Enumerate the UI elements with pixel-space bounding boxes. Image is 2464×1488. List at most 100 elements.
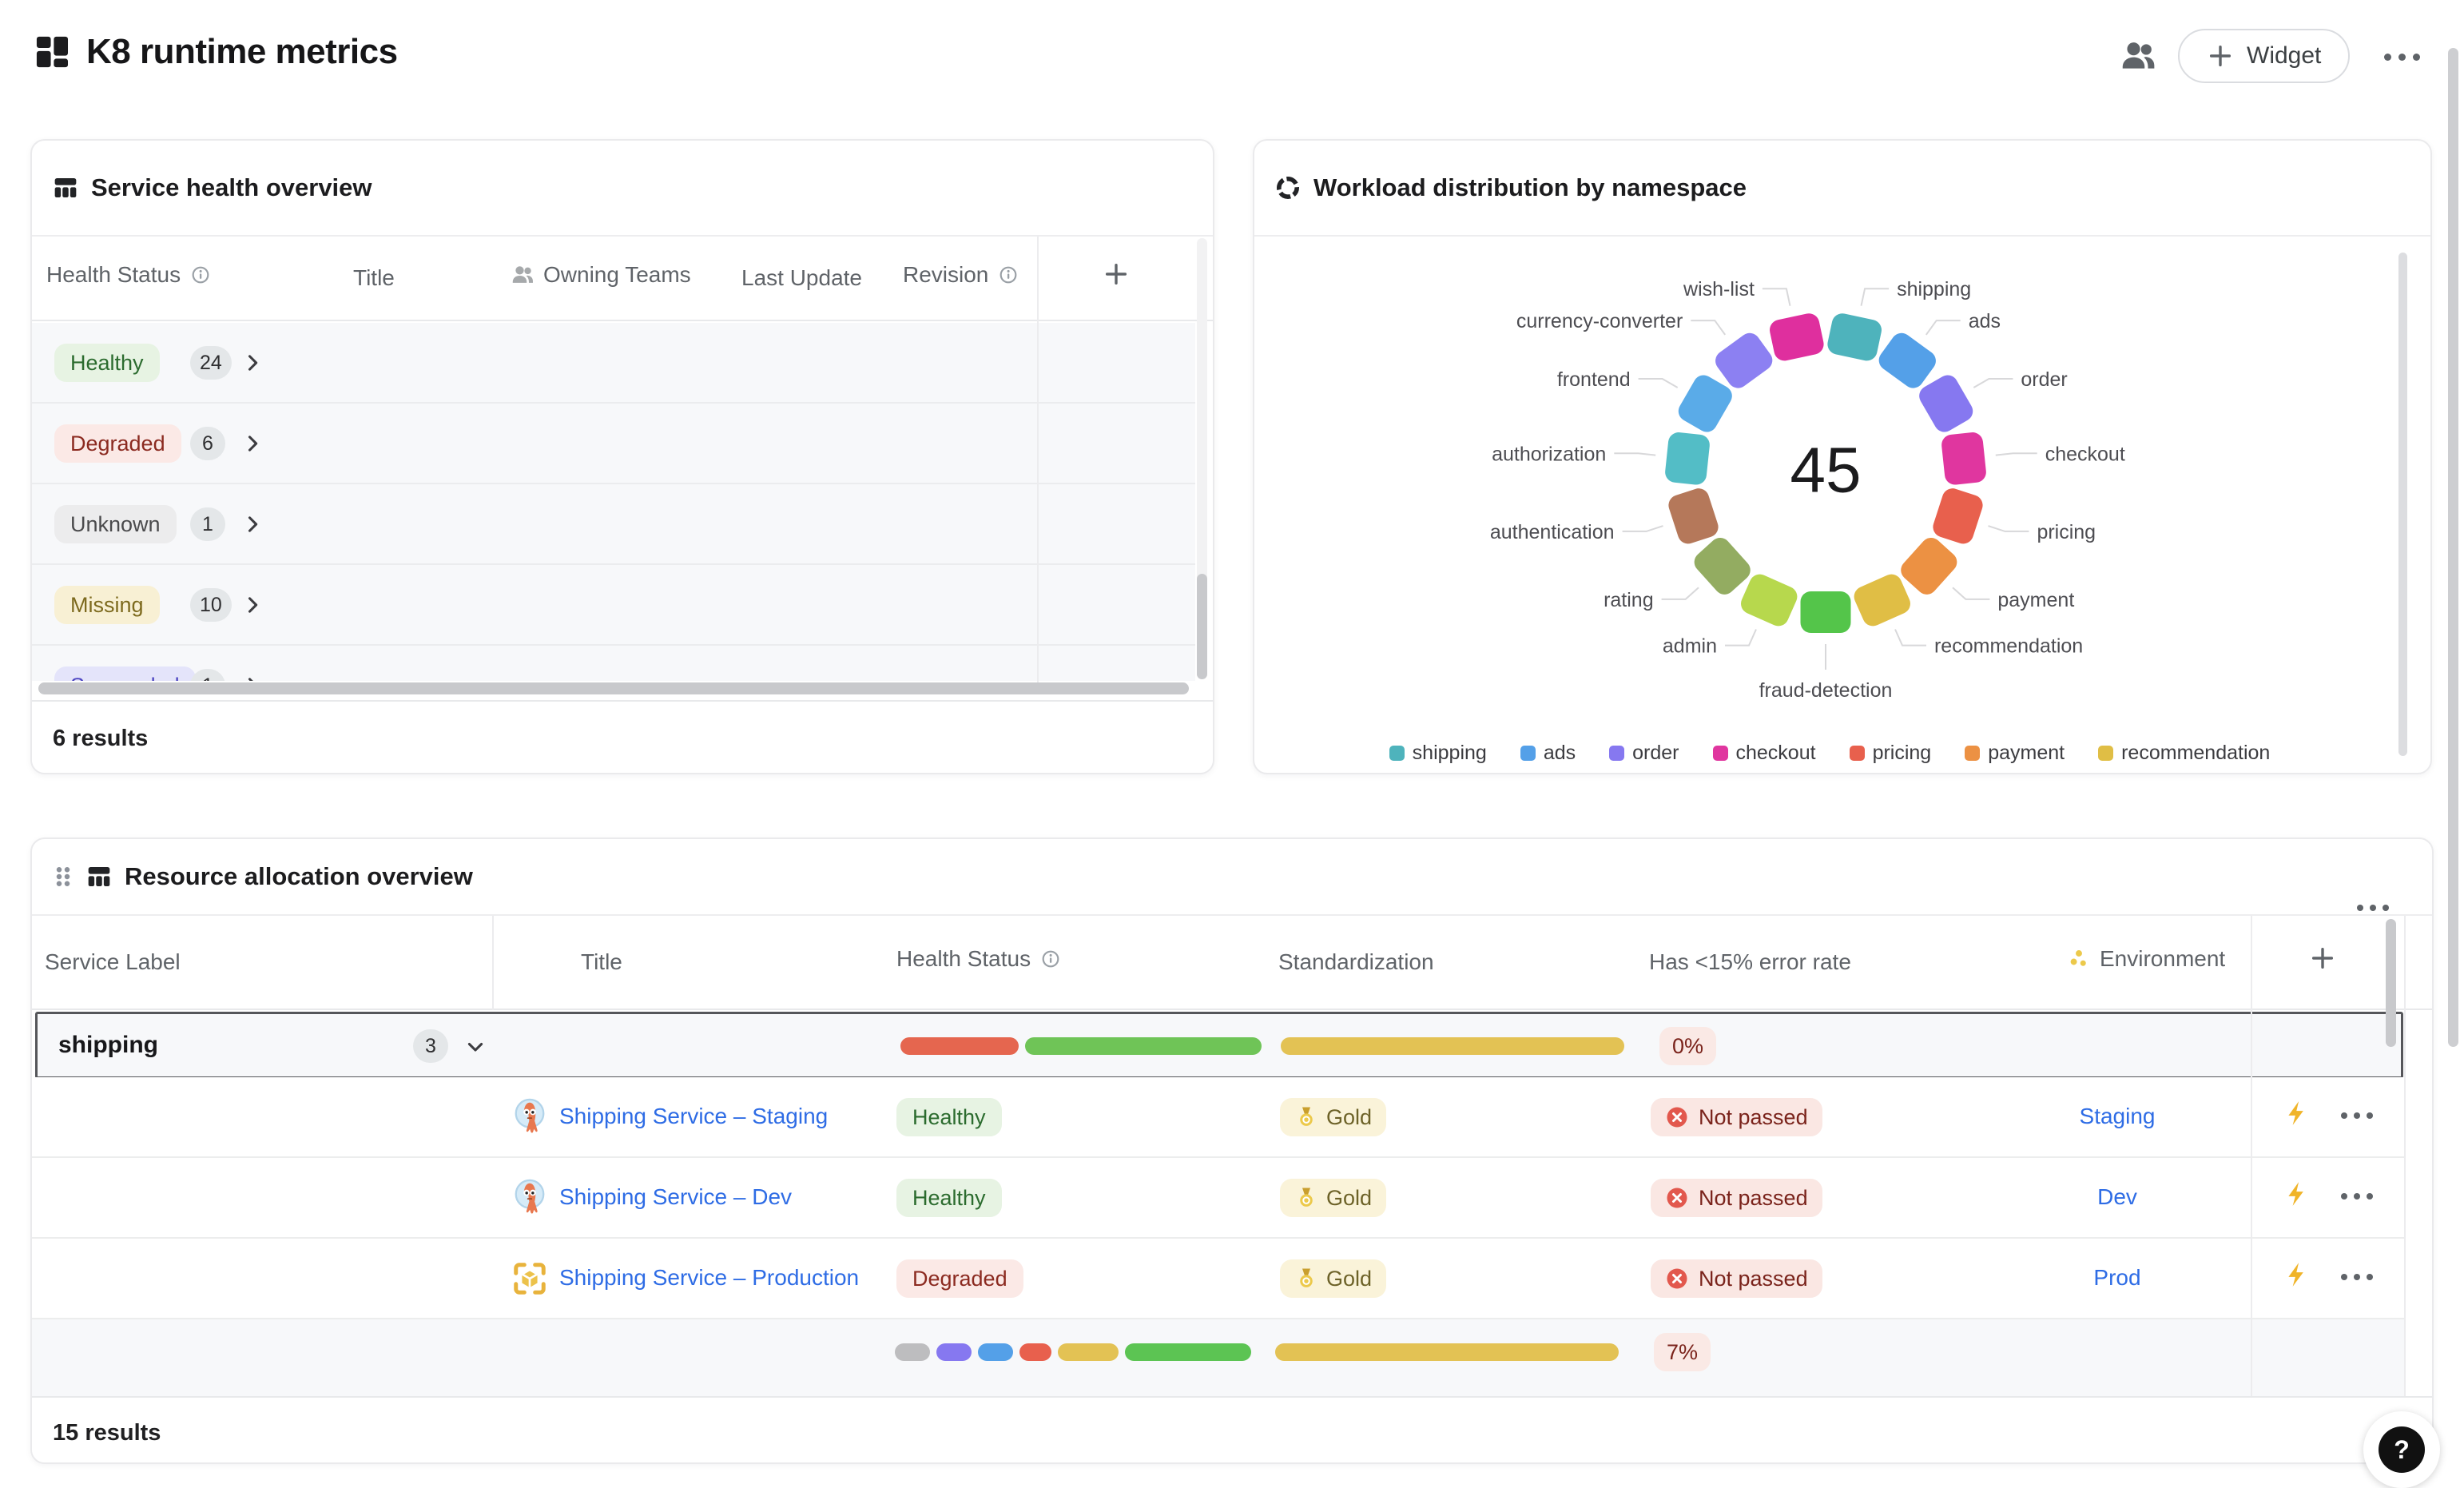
donut-segment-currency-converter[interactable] xyxy=(1711,329,1777,392)
add-widget-button[interactable]: Widget xyxy=(2178,29,2350,83)
legend-item-order[interactable]: order xyxy=(1609,742,1679,765)
health-status-row[interactable]: Suspended1 xyxy=(32,646,1195,681)
service-title-link[interactable]: Shipping Service – Staging xyxy=(559,1104,828,1129)
donut-segment-rating[interactable] xyxy=(1690,534,1755,599)
col-health-status[interactable]: Health Status xyxy=(46,262,211,288)
info-icon[interactable] xyxy=(998,265,1019,285)
donut-segment-checkout[interactable] xyxy=(1941,432,1987,486)
chevron-right-icon[interactable] xyxy=(241,594,264,616)
card-scroll-thumb[interactable] xyxy=(2398,253,2407,756)
chevron-right-icon[interactable] xyxy=(241,674,264,681)
col-environment[interactable]: Environment xyxy=(2068,946,2225,972)
col-error-rate[interactable]: Has <15% error rate xyxy=(1649,949,1851,975)
row-menu-button[interactable] xyxy=(2336,1112,2378,1119)
label-connector xyxy=(1953,587,1989,599)
donut-segment-wish-list[interactable] xyxy=(1768,312,1826,363)
donut-segment-frontend[interactable] xyxy=(1675,372,1736,436)
help-button[interactable]: ? xyxy=(2363,1411,2440,1488)
standardization-bar xyxy=(1281,1037,1624,1055)
service-row-dev[interactable]: Shipping Service – DevHealthyGoldNot pas… xyxy=(32,1158,2404,1239)
info-icon[interactable] xyxy=(190,265,211,285)
group-row-partial[interactable]: 7% xyxy=(32,1319,2404,1396)
medal-icon xyxy=(1294,1105,1318,1129)
chevron-down-icon[interactable] xyxy=(464,1036,487,1058)
donut-segment-ads[interactable] xyxy=(1875,329,1941,392)
col-revision[interactable]: Revision xyxy=(903,262,1019,288)
count-badge: 1 xyxy=(190,507,225,541)
col-health-status[interactable]: Health Status xyxy=(896,946,1061,972)
legend-item-pricing[interactable]: pricing xyxy=(1850,742,1932,765)
add-column-button[interactable] xyxy=(2309,945,2336,972)
legend-label: order xyxy=(1632,742,1679,765)
v-scroll-thumb[interactable] xyxy=(2386,919,2396,1047)
donut-segment-order[interactable] xyxy=(1915,372,1977,436)
service-title-link[interactable]: Shipping Service – Production xyxy=(559,1265,859,1291)
legend-item-recommendation[interactable]: recommendation xyxy=(2098,742,2270,765)
actions-bolt-icon[interactable] xyxy=(2283,1258,2311,1291)
team-icon xyxy=(511,264,534,286)
segment-label-ads: ads xyxy=(1969,310,2001,332)
label-connector xyxy=(1639,379,1678,388)
row-menu-button[interactable] xyxy=(2336,1193,2378,1200)
service-row-prod[interactable]: Shipping Service – ProductionDegradedGol… xyxy=(32,1239,2404,1319)
environment-link[interactable]: Staging xyxy=(1997,1104,2237,1129)
results-count: 15 results xyxy=(53,1420,161,1446)
donut-segment-recommendation[interactable] xyxy=(1850,571,1914,629)
status-badge: Healthy xyxy=(54,344,160,382)
label-connector xyxy=(1691,320,1725,335)
legend-item-checkout[interactable]: checkout xyxy=(1713,742,1816,765)
v-scroll-thumb[interactable] xyxy=(1197,574,1207,679)
tier-badge: Gold xyxy=(1280,1179,1386,1217)
legend-item-ads[interactable]: ads xyxy=(1520,742,1576,765)
col-service-label[interactable]: Service Label xyxy=(45,949,181,975)
health-status-row[interactable]: Healthy24 xyxy=(32,323,1195,404)
legend-swatch xyxy=(1965,746,1980,761)
donut-segment-fraud-detection[interactable] xyxy=(1801,591,1851,633)
service-title-link[interactable]: Shipping Service – Dev xyxy=(559,1184,792,1210)
donut-segment-authorization[interactable] xyxy=(1664,432,1711,486)
donut-segment-admin[interactable] xyxy=(1738,571,1801,629)
chevron-right-icon[interactable] xyxy=(241,432,264,455)
donut-chart-icon xyxy=(1275,175,1301,201)
segment-label-frontend: frontend xyxy=(1557,368,1631,391)
col-owning-teams[interactable]: Owning Teams xyxy=(511,262,691,288)
chevron-right-icon[interactable] xyxy=(241,352,264,374)
legend-item-shipping[interactable]: shipping xyxy=(1389,742,1487,765)
share-users-icon[interactable] xyxy=(2119,38,2157,74)
info-icon[interactable] xyxy=(1040,949,1061,969)
segment-label-shipping: shipping xyxy=(1897,278,1971,300)
row-menu-button[interactable] xyxy=(2336,1274,2378,1280)
health-status-row[interactable]: Unknown 1 xyxy=(32,484,1195,565)
widget-menu-button[interactable] xyxy=(2352,905,2394,911)
plus-icon xyxy=(2309,945,2336,972)
col-last-update[interactable]: Last Update xyxy=(741,265,862,291)
donut-segment-shipping[interactable] xyxy=(1826,312,1883,363)
actions-bolt-icon[interactable] xyxy=(2283,1177,2311,1211)
legend-item-payment[interactable]: payment xyxy=(1965,742,2065,765)
donut-segment-authentication[interactable] xyxy=(1666,486,1721,547)
add-column-button[interactable] xyxy=(1103,261,1130,288)
donut-segment-pricing[interactable] xyxy=(1930,486,1985,547)
segment-label-payment: payment xyxy=(1997,589,2074,611)
drag-handle-icon[interactable] xyxy=(53,865,74,889)
page-scrollbar[interactable] xyxy=(2448,48,2458,1047)
label-connector xyxy=(1614,453,1655,455)
service-row-staging[interactable]: Shipping Service – StagingHealthyGoldNot… xyxy=(32,1077,2404,1158)
actions-bolt-icon[interactable] xyxy=(2283,1096,2311,1130)
environment-link[interactable]: Prod xyxy=(1997,1265,2237,1291)
group-row-shipping[interactable]: shipping 3 0% xyxy=(35,1012,2403,1079)
label-connector xyxy=(1662,587,1699,599)
status-badge: Unknown xyxy=(54,505,177,543)
donut-segment-payment[interactable] xyxy=(1897,534,1961,599)
col-standardization[interactable]: Standardization xyxy=(1278,949,1434,975)
table-footer: 15 results xyxy=(32,1396,2432,1464)
health-status-row[interactable]: Degraded6 xyxy=(32,404,1195,484)
health-status-row[interactable]: Missing10 xyxy=(32,565,1195,646)
segment-label-rating: rating xyxy=(1604,589,1654,611)
col-title[interactable]: Title xyxy=(581,949,622,975)
chevron-right-icon[interactable] xyxy=(241,513,264,535)
environment-link[interactable]: Dev xyxy=(1997,1184,2237,1210)
h-scroll-thumb[interactable] xyxy=(38,682,1189,694)
col-title[interactable]: Title xyxy=(353,265,395,291)
page-menu-button[interactable] xyxy=(2379,45,2424,69)
